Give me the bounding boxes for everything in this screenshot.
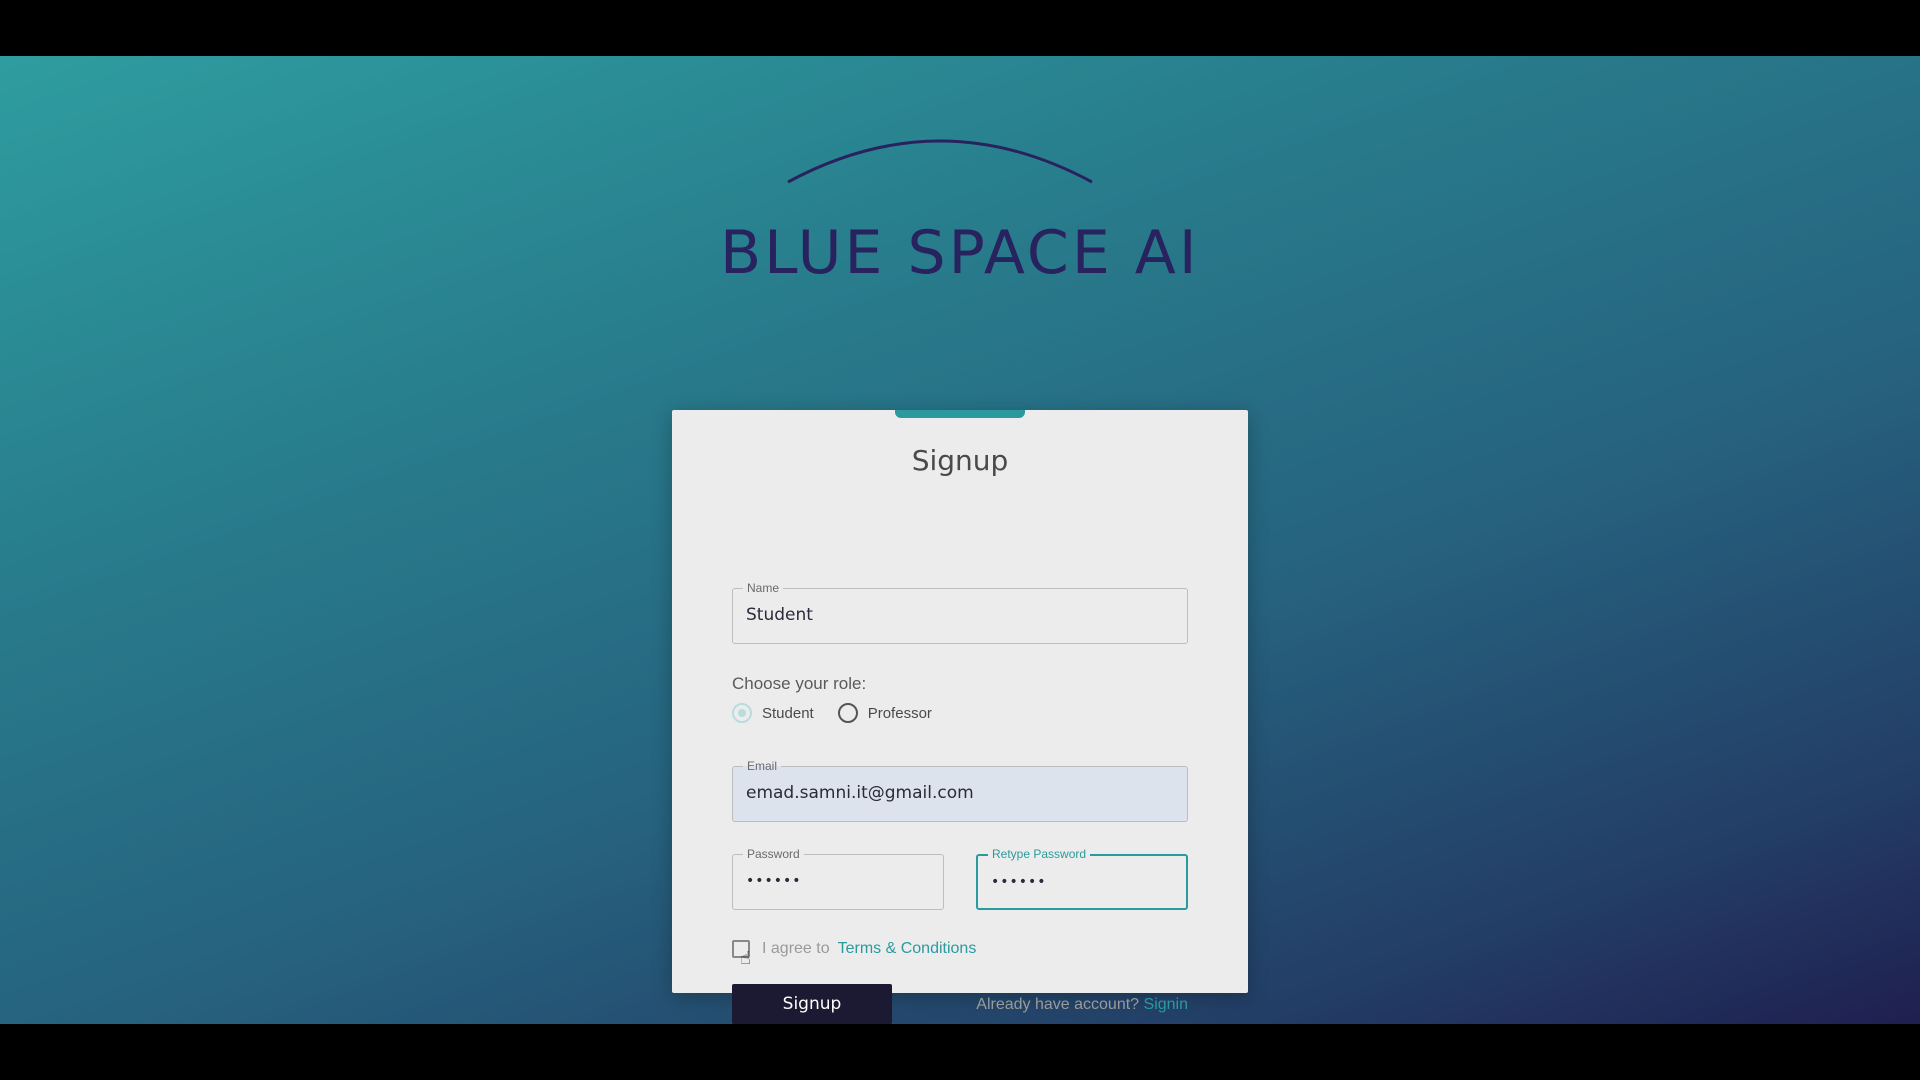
logo: BLUE SPACE AI xyxy=(720,126,1200,346)
name-label: Name xyxy=(743,581,784,595)
radio-professor[interactable] xyxy=(837,703,858,723)
card-accent-tab xyxy=(895,410,1025,418)
terms-row: ☝ I agree to Terms & Conditions xyxy=(732,938,977,968)
signin-prompt: Already have account? xyxy=(976,996,1140,1013)
retype-password-input[interactable]: •••••• xyxy=(991,874,1047,890)
page-title: Signup xyxy=(911,444,1009,477)
letterbox-bottom xyxy=(0,1024,1920,1080)
name-field[interactable]: Name Student xyxy=(732,581,1188,644)
radio-student[interactable] xyxy=(732,703,752,723)
retype-password-label: Retype Password xyxy=(988,847,1091,861)
signin-link[interactable]: Signin xyxy=(1144,996,1188,1013)
signin-row: Already have account? Signin xyxy=(976,996,1188,1014)
terms-checkbox[interactable]: ☝ xyxy=(732,940,751,968)
role-label: Choose your role: xyxy=(732,674,867,693)
name-input[interactable]: Student xyxy=(746,605,813,625)
agree-text: I agree to xyxy=(762,940,830,957)
page-background: BLUE SPACE AI Signup Name Student Choose… xyxy=(0,56,1920,1024)
retype-password-field[interactable]: Retype Password •••••• xyxy=(976,847,1188,910)
signup-card: Signup Name Student Choose your role: St… xyxy=(672,410,1248,1024)
password-label: Password xyxy=(743,847,804,861)
logo-text: BLUE SPACE AI xyxy=(720,218,1200,288)
signup-button[interactable]: Signup xyxy=(732,984,892,1024)
password-input[interactable]: •••••• xyxy=(746,873,802,889)
radio-student-label[interactable]: Student xyxy=(762,705,814,722)
email-label: Email xyxy=(743,759,782,773)
letterbox-top xyxy=(0,0,1920,56)
radio-professor-label[interactable]: Professor xyxy=(868,705,932,722)
hand-pointer-icon: ☝ xyxy=(740,948,751,969)
email-input[interactable]: emad.samni.it@gmail.com xyxy=(746,783,974,803)
role-radio-group: Student Professor xyxy=(732,702,956,724)
email-field[interactable]: Email emad.samni.it@gmail.com xyxy=(732,759,1188,822)
password-field[interactable]: Password •••••• xyxy=(732,847,944,910)
logo-arc-icon xyxy=(787,139,1093,184)
terms-link[interactable]: Terms & Conditions xyxy=(838,940,977,958)
